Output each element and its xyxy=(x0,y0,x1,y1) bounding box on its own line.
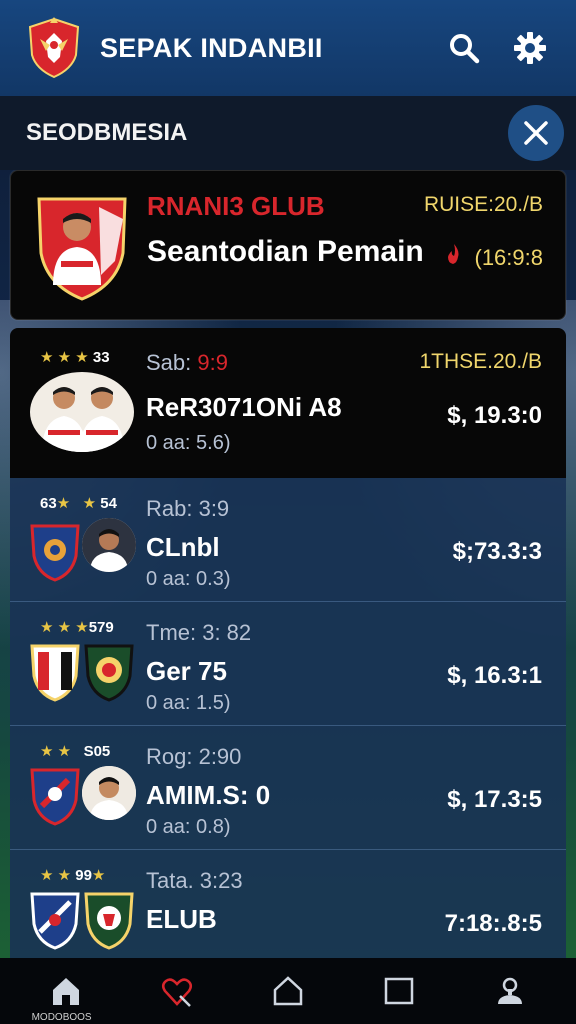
player-avatar xyxy=(82,766,136,820)
match-title: Ger 75 xyxy=(146,656,227,686)
match-meta: Tme: 3: 82 xyxy=(146,620,252,645)
list-item[interactable]: ★ ★ 99★ Tata. 3:23 ELUB 7:18:.8:5 xyxy=(10,850,566,974)
match-subline: 0 aa: 0.3) xyxy=(146,568,231,590)
match-title: ReR3071ONi A8 xyxy=(146,392,342,422)
match-subline: 0 aa: 1.5) xyxy=(146,692,231,714)
match-price: $;73.3:3 xyxy=(452,538,542,565)
club-badge-icon xyxy=(28,890,82,950)
nav-stadium[interactable] xyxy=(258,961,318,1021)
match-meta: Rab: 3:9 xyxy=(146,496,230,521)
section-bar: SEODBMESIA xyxy=(0,96,576,170)
rating-stars: ★ ★ S05 xyxy=(40,743,111,760)
heart-icon xyxy=(161,978,192,1007)
match-title: ELUB xyxy=(146,904,217,934)
nav-label: MODOBOOS xyxy=(31,1012,92,1023)
featured-club: RNANI3 GLUB xyxy=(147,191,325,221)
eagle-crest-icon xyxy=(26,17,82,79)
club-badge-icon xyxy=(82,890,136,950)
search-button[interactable] xyxy=(442,26,486,70)
match-price: 7:18:.8:5 xyxy=(444,910,542,937)
club-badge-icon xyxy=(82,642,136,702)
match-list: RNANI3 GLUB Seantodian Pemain RUISE:20./… xyxy=(10,170,566,974)
list-item[interactable]: ★ ★ S05 Rog: 2:90 AMIM.S: 0 $, 17.3:5 0 … xyxy=(10,726,566,850)
list-item[interactable]: 63★ ★ 54 Rab: 3:9 CLnbl $;73.3:3 0 aa: 0… xyxy=(10,478,566,602)
match-meta: Rog: 2:90 xyxy=(146,744,242,769)
gear-icon xyxy=(514,32,546,64)
featured-time: (16:9:8 xyxy=(474,245,544,270)
players-avatar xyxy=(30,372,134,452)
match-title: CLnbl xyxy=(146,532,220,562)
rating-stars: ★ ★ ★ 33 xyxy=(40,349,110,366)
app-title: SEPAK INDANBII xyxy=(100,32,323,63)
close-button[interactable] xyxy=(508,105,564,161)
nav-profile[interactable] xyxy=(480,961,540,1021)
home-icon xyxy=(52,978,79,1005)
nav-square[interactable] xyxy=(369,961,429,1021)
player-crest-icon xyxy=(31,189,133,301)
rating-stars: ★ ★ 99★ xyxy=(40,867,106,884)
club-badge-icon xyxy=(28,522,82,582)
section-title: SEODBMESIA xyxy=(26,119,188,146)
rating-stars: 63★ ★ 54 xyxy=(40,495,117,512)
featured-card[interactable]: RNANI3 GLUB Seantodian Pemain RUISE:20./… xyxy=(10,170,566,320)
club-badge-icon xyxy=(28,766,82,826)
search-icon xyxy=(450,34,480,64)
match-date: 1THSE.20./B xyxy=(419,350,542,373)
app-header: SEPAK INDANBII xyxy=(0,0,576,96)
flame-icon xyxy=(448,244,459,264)
featured-date: RUISE:20./B xyxy=(423,193,543,216)
match-price: $, 17.3:5 xyxy=(447,786,542,813)
match-meta: Sab: 9:9 xyxy=(146,350,228,375)
close-icon xyxy=(524,121,548,145)
match-price: $, 19.3:0 xyxy=(447,402,542,429)
match-subline: 0 aa: 0.8) xyxy=(146,816,231,838)
match-meta: Tata. 3:23 xyxy=(146,868,243,893)
match-card[interactable]: ★ ★ ★ 33 Sab: 9:9 1THSE.20./B ReR3071ONi… xyxy=(10,328,566,478)
settings-button[interactable] xyxy=(508,26,552,70)
list-item[interactable]: ★ ★ ★579 Tme: 3: 82 Ger 75 $, 16.3:1 0 a… xyxy=(10,602,566,726)
bottom-nav: MODOBOOS xyxy=(0,958,576,1024)
nav-favorites[interactable] xyxy=(147,961,207,1021)
featured-name: Seantodian Pemain xyxy=(147,235,424,268)
rating-stars: ★ ★ ★579 xyxy=(40,619,114,636)
match-title: AMIM.S: 0 xyxy=(146,780,271,810)
house-outline-icon xyxy=(273,976,303,1006)
user-badge-icon xyxy=(498,977,523,1004)
match-price: $, 16.3:1 xyxy=(447,662,542,689)
club-badge-icon xyxy=(28,642,82,702)
square-icon xyxy=(384,977,414,1005)
nav-home[interactable]: MODOBOOS xyxy=(32,961,96,1023)
match-subline: 0 aa: 5.6) xyxy=(146,432,231,454)
player-avatar xyxy=(82,518,136,572)
